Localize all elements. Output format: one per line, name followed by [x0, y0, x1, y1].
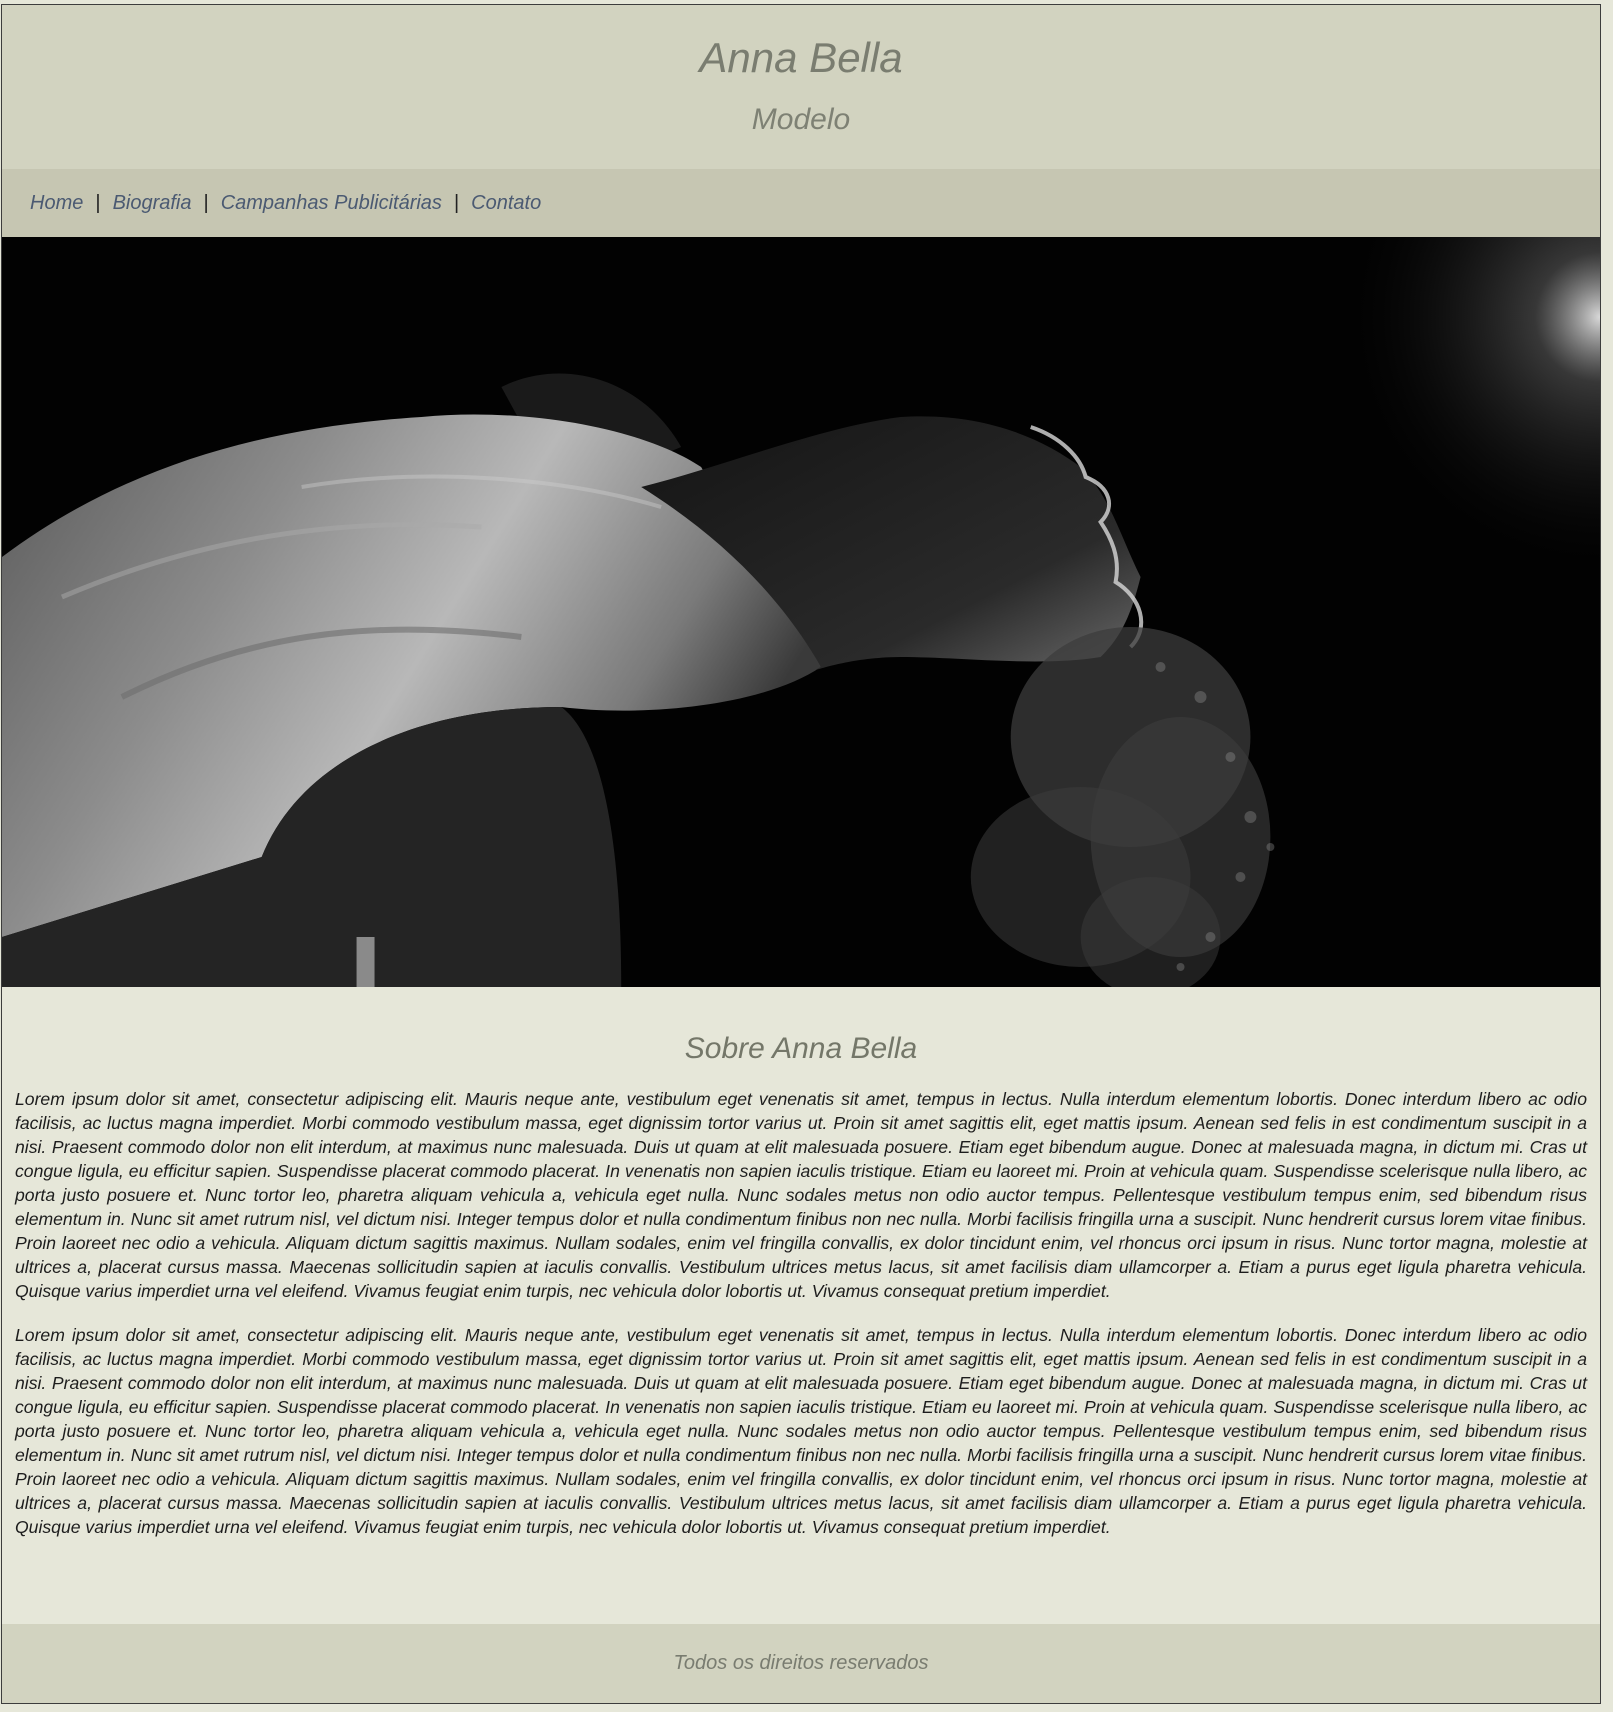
site-title: Anna Bella	[699, 34, 903, 81]
about-paragraph: Lorem ipsum dolor sit amet, consectetur …	[15, 1325, 1587, 1537]
nav-separator: |	[95, 191, 101, 214]
page: Anna Bella Modelo Home | Biografia | Cam…	[1, 4, 1601, 1704]
nav-link-biografia[interactable]: Biografia	[113, 192, 192, 215]
nav-link-contato[interactable]: Contato	[471, 192, 541, 215]
nav-separator: |	[203, 191, 209, 214]
hero-image	[2, 237, 1600, 987]
site-footer: Todos os direitos reservados	[2, 1624, 1600, 1703]
nav-separator: |	[453, 191, 460, 214]
footer-text: Todos os direitos reservados	[673, 1652, 929, 1674]
site-header: Anna Bella Modelo	[2, 5, 1600, 169]
main-nav: Home | Biografia | Campanhas Publicitári…	[2, 169, 1600, 237]
about-title: Sobre Anna Bella	[684, 1032, 918, 1065]
model-photo-icon	[2, 237, 1600, 987]
about-paragraph: Lorem ipsum dolor sit amet, consectetur …	[15, 1089, 1587, 1301]
site-subtitle: Modelo	[751, 103, 851, 136]
nav-link-home[interactable]: Home	[30, 192, 83, 215]
main-content: Sobre Anna Bella Lorem ipsum dolor sit a…	[2, 987, 1600, 1539]
nav-link-campanhas[interactable]: Campanhas Publicitárias	[221, 192, 442, 215]
